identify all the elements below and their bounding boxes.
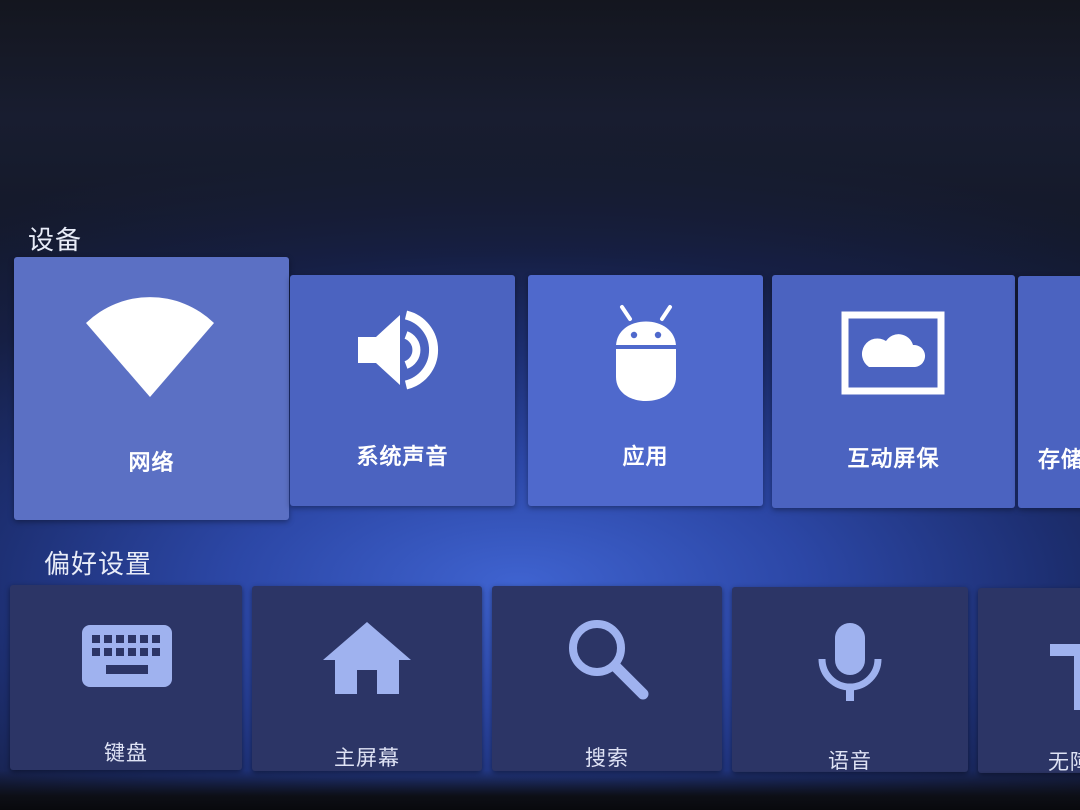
settings-card-label: 系统声音: [356, 445, 449, 470]
keyboard-icon: [82, 625, 172, 687]
settings-card-apps[interactable]: 应用: [528, 275, 763, 506]
settings-card-label: 键盘: [104, 741, 148, 765]
section-title-preferences: 偏好设置: [44, 550, 153, 580]
settings-card-accessibility[interactable]: 无障碍: [978, 588, 1080, 774]
home-icon: [323, 622, 411, 694]
settings-card-system-sound[interactable]: 系统声音: [290, 275, 515, 506]
screensaver-icon: [841, 311, 945, 395]
settings-card-keyboard[interactable]: 键盘: [10, 585, 242, 770]
android-icon: [616, 305, 676, 401]
settings-card-label: 搜索: [585, 746, 629, 770]
settings-card-voice[interactable]: 语音: [732, 587, 968, 773]
settings-card-label: 主屏幕: [334, 746, 400, 770]
speaker-icon: [358, 310, 439, 390]
microphone-icon: [818, 623, 882, 701]
accessibility-icon: [1050, 644, 1080, 710]
settings-card-label: 无障碍: [1048, 750, 1080, 774]
tv-bezel: [0, 770, 1080, 810]
settings-card-search[interactable]: 搜索: [492, 586, 722, 771]
settings-card-label: 应用: [622, 445, 669, 470]
section-title-devices: 设备: [28, 226, 83, 256]
settings-card-label: 存储: [1038, 448, 1080, 473]
settings-card-screensaver[interactable]: 互动屏保: [772, 275, 1015, 508]
settings-card-label: 互动屏保: [847, 447, 940, 472]
screen-glare: [0, 0, 1080, 260]
settings-card-storage[interactable]: 存储: [1018, 276, 1080, 508]
search-icon: [569, 620, 649, 700]
settings-card-label: 网络: [128, 451, 175, 476]
settings-card-label: 语音: [828, 749, 872, 773]
wifi-icon: [86, 297, 214, 397]
settings-card-network[interactable]: 网络: [14, 257, 289, 520]
settings-card-home-screen[interactable]: 主屏幕: [252, 586, 482, 771]
